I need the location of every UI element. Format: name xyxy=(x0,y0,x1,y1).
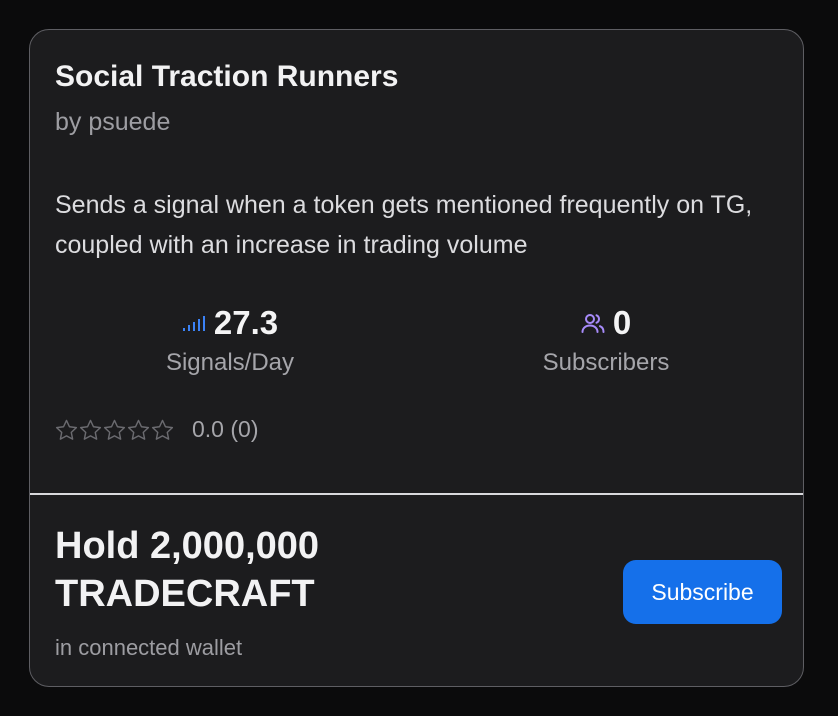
divider xyxy=(30,493,803,495)
subscribe-button[interactable]: Subscribe xyxy=(623,560,782,624)
subscribers-label: Subscribers xyxy=(542,349,670,376)
signals-stat: 27.3 Signals/Day xyxy=(80,303,380,377)
rating: 0.0 (0) xyxy=(55,416,258,443)
card-title: Social Traction Runners xyxy=(55,60,399,93)
subscribers-stat: 0 Subscribers xyxy=(456,303,756,377)
card-author: by psuede xyxy=(55,108,171,136)
signals-per-day-value: 27.3 xyxy=(213,304,279,341)
hold-requirement-note: in connected wallet xyxy=(55,635,243,660)
signal-bars-icon xyxy=(182,314,206,332)
star-icon xyxy=(151,419,174,440)
star-rating xyxy=(55,419,174,441)
users-icon xyxy=(581,312,605,334)
subscribers-value: 0 xyxy=(612,304,632,341)
star-icon xyxy=(127,419,150,440)
card-description: Sends a signal when a token gets mention… xyxy=(55,191,753,259)
signals-per-day-label: Signals/Day xyxy=(165,349,295,376)
strategy-card: Social Traction Runners by psuede Sends … xyxy=(29,29,804,687)
star-icon xyxy=(103,419,126,440)
rating-text: 0.0 (0) xyxy=(192,416,259,442)
hold-requirement: Hold 2,000,000 TRADECRAFT xyxy=(55,525,320,615)
star-icon xyxy=(55,419,78,440)
star-icon xyxy=(79,419,102,440)
